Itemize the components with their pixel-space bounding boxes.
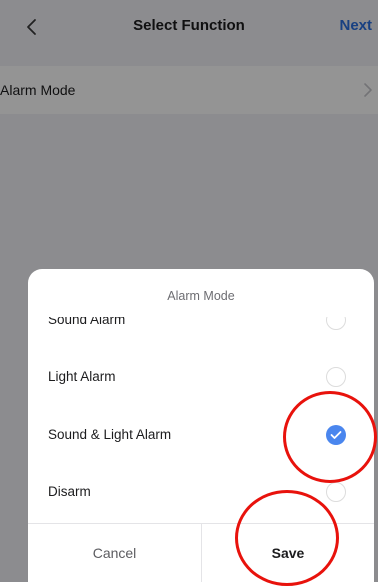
option-sound-light-alarm[interactable]: Sound & Light Alarm — [28, 415, 374, 455]
option-label: Sound & Light Alarm — [48, 427, 172, 442]
save-button[interactable]: Save — [202, 524, 374, 582]
option-disarm[interactable]: Disarm — [28, 472, 374, 512]
option-label: Light Alarm — [48, 369, 116, 384]
check-icon — [330, 431, 342, 439]
radio-unchecked[interactable] — [326, 367, 346, 387]
options-list[interactable]: Sound Alarm Light Alarm Sound & Light Al… — [28, 317, 374, 524]
sheet-title: Alarm Mode — [167, 289, 235, 303]
radio-checked[interactable] — [326, 425, 346, 445]
radio-unchecked[interactable] — [326, 482, 346, 502]
alarm-mode-sheet: Alarm Mode Sound Alarm Light Alarm Sound… — [28, 269, 374, 582]
option-sound-alarm[interactable]: Sound Alarm — [28, 317, 374, 340]
option-label: Disarm — [48, 484, 91, 499]
option-light-alarm[interactable]: Light Alarm — [28, 357, 374, 397]
screen: Select Function Next Alarm Mode Alarm Mo… — [0, 0, 378, 586]
radio-unchecked[interactable] — [326, 317, 346, 330]
option-label: Sound Alarm — [48, 317, 126, 327]
cancel-button[interactable]: Cancel — [28, 524, 201, 582]
